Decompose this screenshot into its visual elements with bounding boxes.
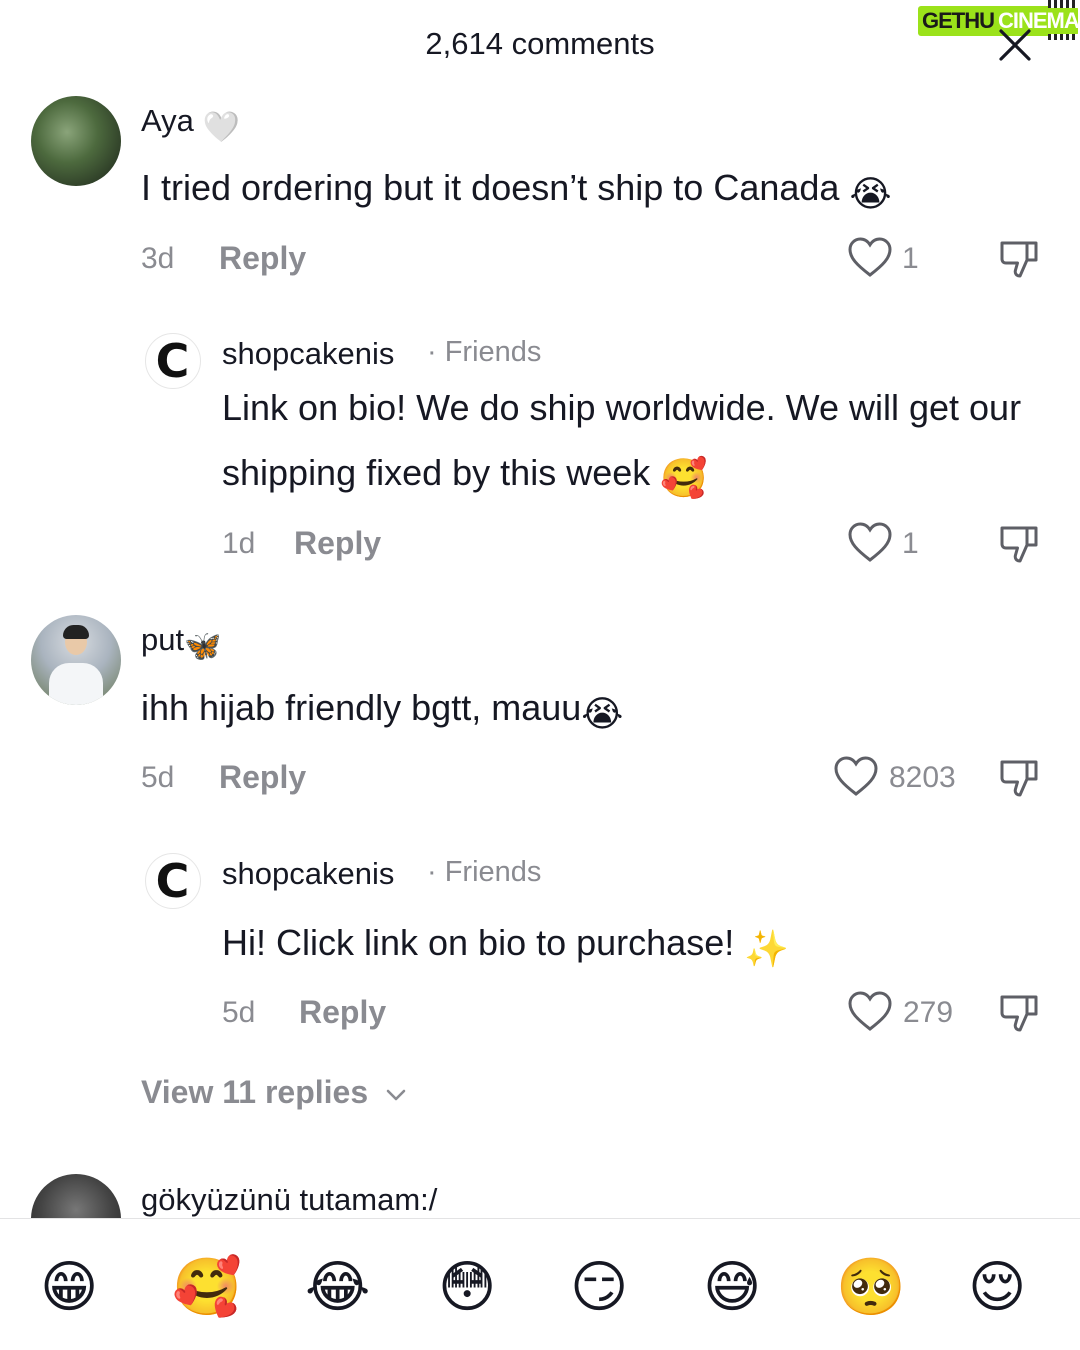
reply-text: Hi! Click link on bio to purchase! ✨ [222,922,790,969]
close-icon[interactable] [996,26,1034,64]
emoji-button[interactable]: 😏 [570,1253,638,1321]
sparkles-emoji: ✨ [744,928,790,969]
emoji-button[interactable]: 🥰 [172,1253,242,1321]
smiling-hearts-emoji: 🥰 [660,458,708,500]
reply-time: 1d [222,527,256,560]
white-heart-emoji: 🤍 [202,111,240,144]
reply-text: Link on bio! We do ship worldwide. We wi… [222,375,1052,512]
avatar[interactable]: C [145,333,201,389]
comment-username[interactable]: put🦋 [141,622,221,664]
dislike-icon[interactable] [998,238,1040,280]
emoji-button[interactable]: 😂 [305,1253,373,1321]
reply-username[interactable]: shopcakenis [222,336,394,372]
comment-time: 3d [141,242,175,275]
heart-outline-icon[interactable] [833,755,879,797]
chevron-down-icon [386,1089,406,1100]
reply-button[interactable]: Reply [219,759,306,796]
avatar[interactable] [31,96,121,186]
comment-time: 5d [141,761,175,794]
emoji-button[interactable]: 😁 [40,1253,108,1321]
reply-button[interactable]: Reply [299,994,386,1031]
like-count: 1 [902,242,919,275]
avatar[interactable] [31,1174,121,1218]
emoji-button[interactable]: 😅 [703,1253,771,1321]
emoji-button[interactable]: 😳 [438,1253,506,1321]
emoji-button[interactable]: 😌 [968,1253,1036,1321]
heart-outline-icon[interactable] [847,990,893,1032]
butterfly-emoji: 🦋 [184,630,222,663]
dislike-icon[interactable] [998,523,1040,565]
reply-time: 5d [222,996,256,1029]
comments-header: 2,614 comments GETHU CINEMA [0,0,1080,90]
heart-outline-icon[interactable] [847,521,893,563]
comment-text: ihh hijab friendly bgtt, mauu😭 [141,687,624,734]
heart-outline-icon[interactable] [847,236,893,278]
comment-username[interactable]: Aya 🤍 [141,103,240,145]
loudly-crying-emoji: 😭 [581,693,624,734]
view-replies-button[interactable]: View 11 replies [141,1074,407,1111]
reply-button[interactable]: Reply [294,525,381,562]
like-count: 1 [902,527,919,560]
loudly-crying-emoji: 😭 [849,173,892,214]
comment-username[interactable]: gökyüzünü tutamam:/ [141,1182,437,1218]
like-count: 279 [903,996,954,1029]
avatar[interactable] [31,615,121,705]
dislike-icon[interactable] [998,757,1040,799]
avatar[interactable]: C [145,853,201,909]
friends-badge: · Friends [427,336,542,368]
emoji-quick-bar: 😁 🥰 😂 😳 😏 😅 🥺 😌 [0,1218,1080,1350]
friends-badge: · Friends [427,856,542,888]
dislike-icon[interactable] [998,992,1040,1034]
avatar-clip [31,1174,121,1218]
reply-button[interactable]: Reply [219,240,306,277]
emoji-button[interactable]: 🥺 [836,1253,906,1321]
like-count: 8203 [889,761,956,794]
comment-text: I tried ordering but it doesn’t ship to … [141,167,892,214]
reply-username[interactable]: shopcakenis [222,856,394,892]
